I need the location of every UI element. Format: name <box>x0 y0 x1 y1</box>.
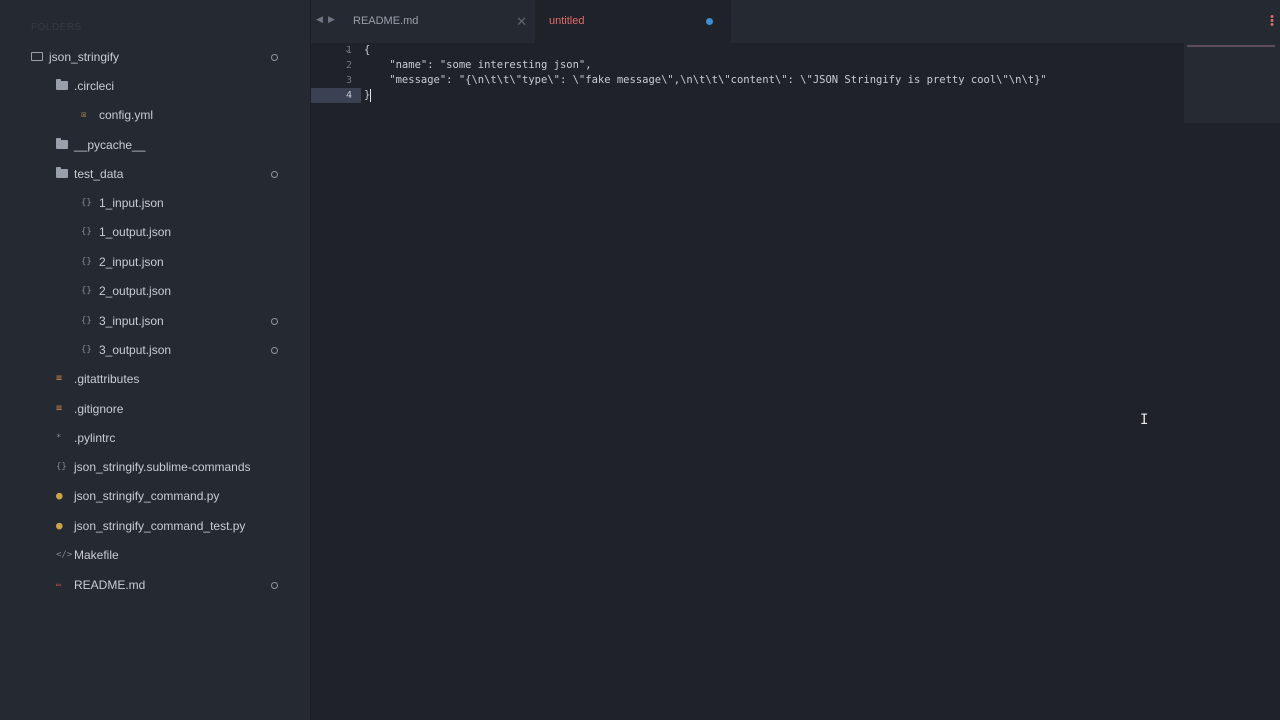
tree-item-label: 2_input.json <box>99 255 164 269</box>
close-icon[interactable]: ✕ <box>516 0 527 43</box>
tree-item-label: json_stringify <box>49 50 120 64</box>
line-number: 2 <box>345 60 352 71</box>
tree-item-label: 1_input.json <box>99 196 164 210</box>
text-file-icon: ≡ <box>56 403 63 414</box>
ibeam-cursor-icon: I <box>1140 412 1149 428</box>
folder-icon <box>56 135 70 155</box>
tree-item-label: __pycache__ <box>74 138 146 152</box>
minimap-line <box>1187 45 1275 47</box>
modified-indicator <box>271 582 278 589</box>
tree-item-label: test_data <box>74 167 124 181</box>
config-file-icon: * <box>56 433 62 443</box>
modified-indicator <box>271 318 278 325</box>
folder-icon <box>56 76 70 96</box>
markdown-file-icon: ▭ <box>56 580 61 589</box>
line-number: 1 <box>345 45 352 56</box>
more-menu-icon[interactable]: • • • <box>1270 12 1274 31</box>
nav-back-icon[interactable]: ◀ <box>316 14 323 25</box>
modified-indicator <box>271 347 278 354</box>
line-number-active: 4 <box>311 88 361 103</box>
code-line-active: } <box>364 88 372 103</box>
tree-item-label: json_stringify_command_test.py <box>74 519 246 533</box>
text-file-icon: ≡ <box>56 373 63 384</box>
tab-bar: ◀ ▶ README.md ✕ untitled • • • <box>311 0 1280 43</box>
nav-forward-icon[interactable]: ▶ <box>328 14 335 25</box>
tree-item-label: config.yml <box>99 108 154 122</box>
python-file-icon: ● <box>56 489 63 502</box>
code-line: { <box>364 44 371 56</box>
folder-icon <box>56 164 70 184</box>
minimap[interactable] <box>1184 43 1280 123</box>
tree-item-label: json_stringify_command.py <box>74 489 220 503</box>
tree-item-label: 2_output.json <box>99 284 172 298</box>
json-file-icon: {} <box>81 257 92 267</box>
code-line: "name": "some interesting json", <box>364 59 592 71</box>
modified-indicator <box>271 54 278 61</box>
tree-item-label: README.md <box>74 578 146 592</box>
folders-header: FOLDERS <box>31 22 82 33</box>
folder-open-icon <box>31 47 45 67</box>
modified-indicator <box>271 171 278 178</box>
tab-readme[interactable]: README.md ✕ <box>339 0 535 43</box>
tree-item-label: 1_output.json <box>99 225 172 239</box>
unsaved-dot-icon[interactable] <box>706 18 713 25</box>
python-file-icon: ● <box>56 519 63 532</box>
tree-item-label: .pylintrc <box>74 431 116 445</box>
code-editor[interactable]: 1 ⌄ 2 3 4 { "name": "some interesting js… <box>311 43 1280 720</box>
code-file-icon: </> <box>56 550 73 560</box>
tree-item-label: Makefile <box>74 548 119 562</box>
json-file-icon: {} <box>81 227 92 237</box>
tree-item-label: 3_output.json <box>99 343 172 357</box>
json-file-icon: {} <box>56 462 67 472</box>
tab-untitled[interactable]: untitled <box>535 0 731 43</box>
tree-item-label: json_stringify.sublime-commands <box>74 460 251 474</box>
line-number: 3 <box>345 75 352 86</box>
code-line: "message": "{\n\t\t\"type\": \"fake mess… <box>364 74 1047 86</box>
json-file-icon: {} <box>81 198 92 208</box>
sidebar: FOLDERS json_stringify .circleci ☒ confi… <box>0 0 311 720</box>
tree-item-label: 3_input.json <box>99 314 164 328</box>
fold-arrow-icon[interactable]: ⌄ <box>344 45 351 54</box>
yaml-file-icon: ☒ <box>81 110 87 120</box>
tree-item-label: .circleci <box>74 79 115 93</box>
tab-label: README.md <box>353 15 419 27</box>
json-file-icon: {} <box>81 316 92 326</box>
json-file-icon: {} <box>81 286 92 296</box>
json-file-icon: {} <box>81 345 92 355</box>
tree-item-label: .gitattributes <box>74 372 140 386</box>
tree-item-label: .gitignore <box>74 402 124 416</box>
tab-label: untitled <box>549 15 585 27</box>
text-caret <box>370 88 372 102</box>
